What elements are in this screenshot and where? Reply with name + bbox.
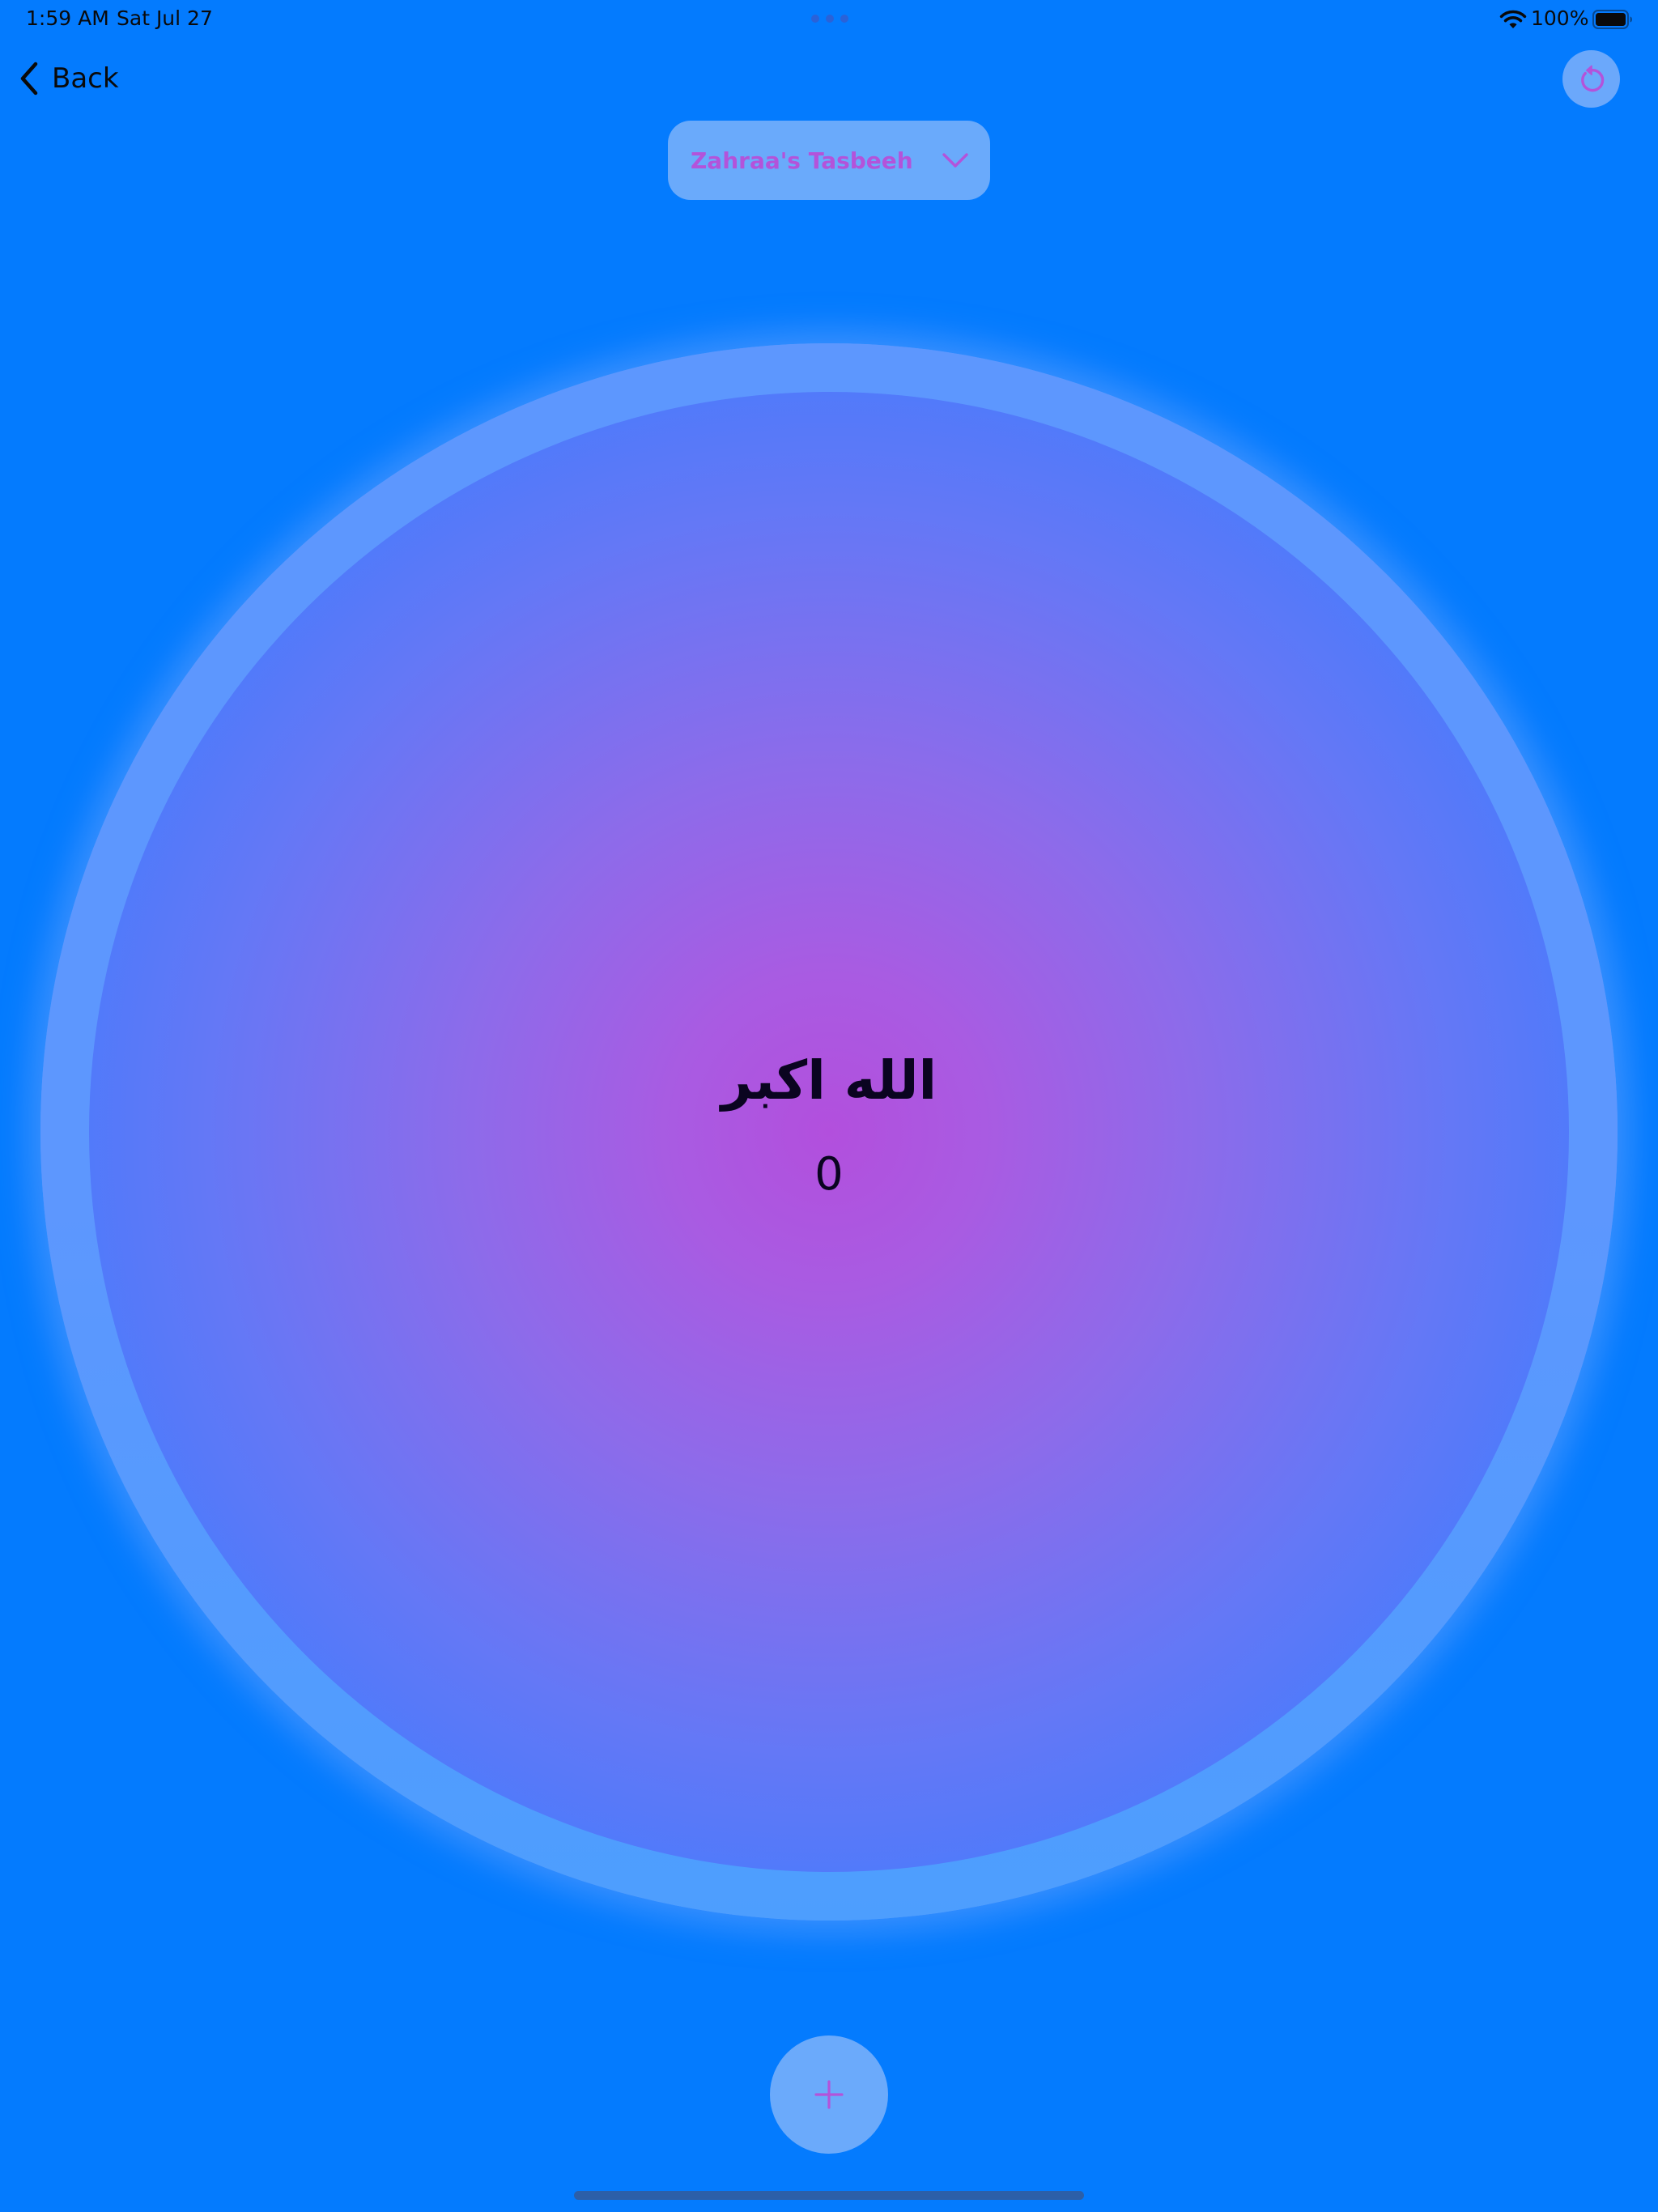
battery-percent: 100% xyxy=(1531,6,1589,30)
reset-icon xyxy=(1580,65,1604,91)
chevron-left-icon xyxy=(20,62,38,96)
battery-icon xyxy=(1592,10,1632,29)
plus-icon xyxy=(814,2080,844,2109)
status-time: 1:59 AM xyxy=(26,6,109,30)
status-bar: 1:59 AM Sat Jul 27 100% xyxy=(0,0,1658,39)
increment-button[interactable] xyxy=(770,2035,888,2154)
home-indicator[interactable] xyxy=(574,2191,1084,2200)
tasbeeh-dropdown[interactable]: Zahraa's Tasbeeh xyxy=(668,121,990,200)
reset-button[interactable] xyxy=(1562,50,1620,108)
tasbeeh-dropdown-label: Zahraa's Tasbeeh xyxy=(691,147,913,174)
back-label: Back xyxy=(52,62,119,95)
multitask-dots-icon[interactable] xyxy=(811,15,848,24)
status-date: Sat Jul 27 xyxy=(117,6,213,30)
back-button[interactable]: Back xyxy=(18,58,119,99)
chevron-down-icon xyxy=(942,153,968,168)
dhikr-text: الله اكبر xyxy=(721,1049,937,1112)
counter-tap-area[interactable] xyxy=(89,392,1569,1872)
count-value: 0 xyxy=(814,1148,844,1201)
wifi-icon xyxy=(1499,10,1527,28)
